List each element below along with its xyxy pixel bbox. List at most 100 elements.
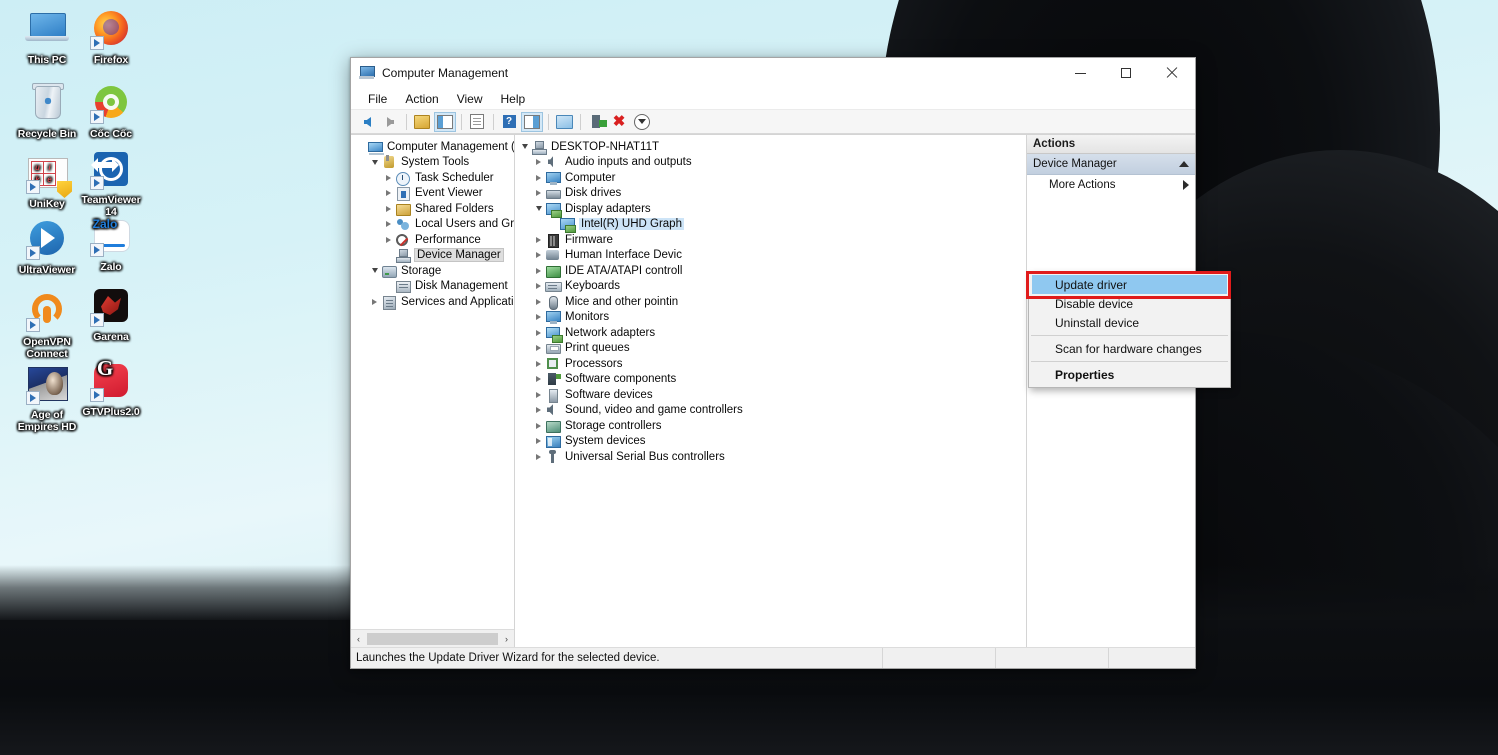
tree-expander[interactable] bbox=[532, 329, 545, 336]
chevron-right-icon[interactable] bbox=[536, 283, 541, 290]
scroll-left-icon[interactable]: ‹ bbox=[351, 631, 366, 646]
chevron-right-icon[interactable] bbox=[536, 391, 541, 398]
tree-expander[interactable] bbox=[532, 298, 545, 305]
chevron-right-icon[interactable] bbox=[386, 190, 391, 197]
menu-action[interactable]: Action bbox=[396, 90, 447, 108]
tree-item[interactable]: Shared Folders bbox=[351, 201, 514, 217]
tree-expander[interactable] bbox=[532, 314, 545, 321]
tree-expander[interactable] bbox=[532, 236, 545, 243]
desktop-icon-teamviewer-14[interactable]: TeamViewer 14 bbox=[72, 148, 150, 218]
tree-expander[interactable] bbox=[368, 298, 381, 305]
tree-expander[interactable] bbox=[532, 206, 545, 212]
tree-item[interactable]: Computer bbox=[515, 170, 1026, 186]
tree-item[interactable]: Disk Management bbox=[351, 279, 514, 295]
tree-item[interactable]: Monitors bbox=[515, 310, 1026, 326]
context-menu-item[interactable]: Disable device bbox=[1029, 294, 1230, 313]
tree-item[interactable]: Display adapters bbox=[515, 201, 1026, 218]
chevron-right-icon[interactable] bbox=[536, 453, 541, 460]
tree-item[interactable]: Disk drives bbox=[515, 186, 1026, 202]
chevron-right-icon[interactable] bbox=[386, 174, 391, 181]
tree-item[interactable]: Keyboards bbox=[515, 279, 1026, 295]
tree-item[interactable]: Firmware bbox=[515, 232, 1026, 248]
chevron-right-icon[interactable] bbox=[536, 438, 541, 445]
context-menu-item[interactable]: Update driver bbox=[1032, 275, 1227, 294]
tree-item[interactable]: DESKTOP-NHAT11T bbox=[515, 139, 1026, 155]
tree-item[interactable]: Storage bbox=[351, 263, 514, 279]
tree-expander[interactable] bbox=[382, 174, 395, 181]
tree-expander[interactable] bbox=[532, 422, 545, 429]
tree-item[interactable]: Sound, video and game controllers bbox=[515, 403, 1026, 419]
tree-item[interactable]: Local Users and Groups bbox=[351, 217, 514, 233]
scan-for-hardware-changes-button[interactable] bbox=[631, 112, 653, 132]
console-tree-horizontal-scrollbar[interactable]: ‹ › bbox=[351, 629, 514, 647]
up-one-level-button[interactable] bbox=[411, 112, 433, 132]
tree-item[interactable]: Services and Applications bbox=[351, 294, 514, 310]
desktop-icon-zalo[interactable]: Zalo Zalo bbox=[72, 215, 150, 274]
chevron-right-icon[interactable] bbox=[536, 376, 541, 383]
tree-expander[interactable] bbox=[518, 144, 531, 150]
tree-expander[interactable] bbox=[368, 268, 381, 274]
menu-help[interactable]: Help bbox=[492, 90, 535, 108]
tree-expander[interactable] bbox=[368, 159, 381, 165]
show-action-pane-button[interactable] bbox=[521, 111, 543, 132]
tree-expander[interactable] bbox=[532, 376, 545, 383]
tree-item[interactable]: Processors bbox=[515, 356, 1026, 372]
tree-item[interactable]: Software devices bbox=[515, 387, 1026, 403]
tree-item[interactable]: Task Scheduler bbox=[351, 170, 514, 186]
tree-expander[interactable] bbox=[532, 252, 545, 259]
tree-expander[interactable] bbox=[532, 345, 545, 352]
chevron-right-icon[interactable] bbox=[536, 329, 541, 336]
tree-item[interactable]: IDE ATA/ATAPI controll bbox=[515, 263, 1026, 279]
chevron-right-icon[interactable] bbox=[386, 236, 391, 243]
tree-expander[interactable] bbox=[532, 283, 545, 290]
close-button[interactable] bbox=[1149, 59, 1195, 88]
scroll-right-icon[interactable]: › bbox=[499, 631, 514, 646]
tree-item[interactable]: Audio inputs and outputs bbox=[515, 155, 1026, 171]
forward-button[interactable] bbox=[379, 112, 401, 132]
tree-expander[interactable] bbox=[382, 190, 395, 197]
tree-item[interactable]: Network adapters bbox=[515, 325, 1026, 343]
chevron-down-icon[interactable] bbox=[535, 206, 542, 212]
chevron-right-icon[interactable] bbox=[536, 407, 541, 414]
tree-item[interactable]: System devices bbox=[515, 434, 1026, 450]
chevron-right-icon[interactable] bbox=[536, 236, 541, 243]
update-driver-button[interactable] bbox=[585, 112, 607, 132]
context-menu-item[interactable]: Uninstall device bbox=[1029, 313, 1230, 332]
chevron-right-icon[interactable] bbox=[536, 190, 541, 197]
desktop-icon-coc-coc[interactable]: Cốc Cốc bbox=[72, 82, 150, 141]
menu-view[interactable]: View bbox=[448, 90, 492, 108]
desktop-icon-firefox[interactable]: Firefox bbox=[72, 8, 150, 67]
properties-button[interactable] bbox=[466, 112, 488, 132]
tree-item[interactable]: Intel(R) UHD Graph bbox=[515, 217, 1026, 234]
tree-item[interactable]: Event Viewer bbox=[351, 186, 514, 202]
chevron-right-icon[interactable] bbox=[536, 345, 541, 352]
tree-expander[interactable] bbox=[532, 391, 545, 398]
tree-item[interactable]: Human Interface Devic bbox=[515, 248, 1026, 264]
chevron-down-icon[interactable] bbox=[371, 159, 378, 165]
scrollbar-thumb[interactable] bbox=[367, 632, 498, 645]
window-titlebar[interactable]: Computer Management bbox=[351, 58, 1195, 88]
device-tree-pane[interactable]: DESKTOP-NHAT11T Audio inputs and outputs C… bbox=[515, 135, 1027, 647]
chevron-right-icon[interactable] bbox=[536, 267, 541, 274]
chevron-right-icon[interactable] bbox=[536, 298, 541, 305]
tree-item[interactable]: Print queues bbox=[515, 341, 1026, 357]
chevron-right-icon[interactable] bbox=[386, 221, 391, 228]
tree-item[interactable]: System Tools bbox=[351, 155, 514, 171]
tree-item[interactable]: Device Manager bbox=[351, 248, 514, 264]
context-menu-item[interactable]: Scan for hardware changes bbox=[1029, 339, 1230, 358]
maximize-button[interactable] bbox=[1103, 59, 1149, 88]
tree-expander[interactable] bbox=[532, 360, 545, 367]
chevron-up-icon[interactable] bbox=[1179, 161, 1189, 167]
tree-item[interactable]: Software components bbox=[515, 372, 1026, 388]
chevron-right-icon[interactable] bbox=[536, 360, 541, 367]
chevron-right-icon[interactable] bbox=[536, 174, 541, 181]
tree-expander[interactable] bbox=[532, 407, 545, 414]
show-hide-console-tree-button[interactable] bbox=[434, 111, 456, 132]
chevron-right-icon[interactable] bbox=[536, 252, 541, 259]
tree-expander[interactable] bbox=[532, 267, 545, 274]
tree-item[interactable]: Storage controllers bbox=[515, 418, 1026, 434]
chevron-right-icon[interactable] bbox=[536, 159, 541, 166]
tree-expander[interactable] bbox=[532, 159, 545, 166]
chevron-right-icon[interactable] bbox=[386, 205, 391, 212]
context-menu-item[interactable]: Properties bbox=[1029, 365, 1230, 384]
